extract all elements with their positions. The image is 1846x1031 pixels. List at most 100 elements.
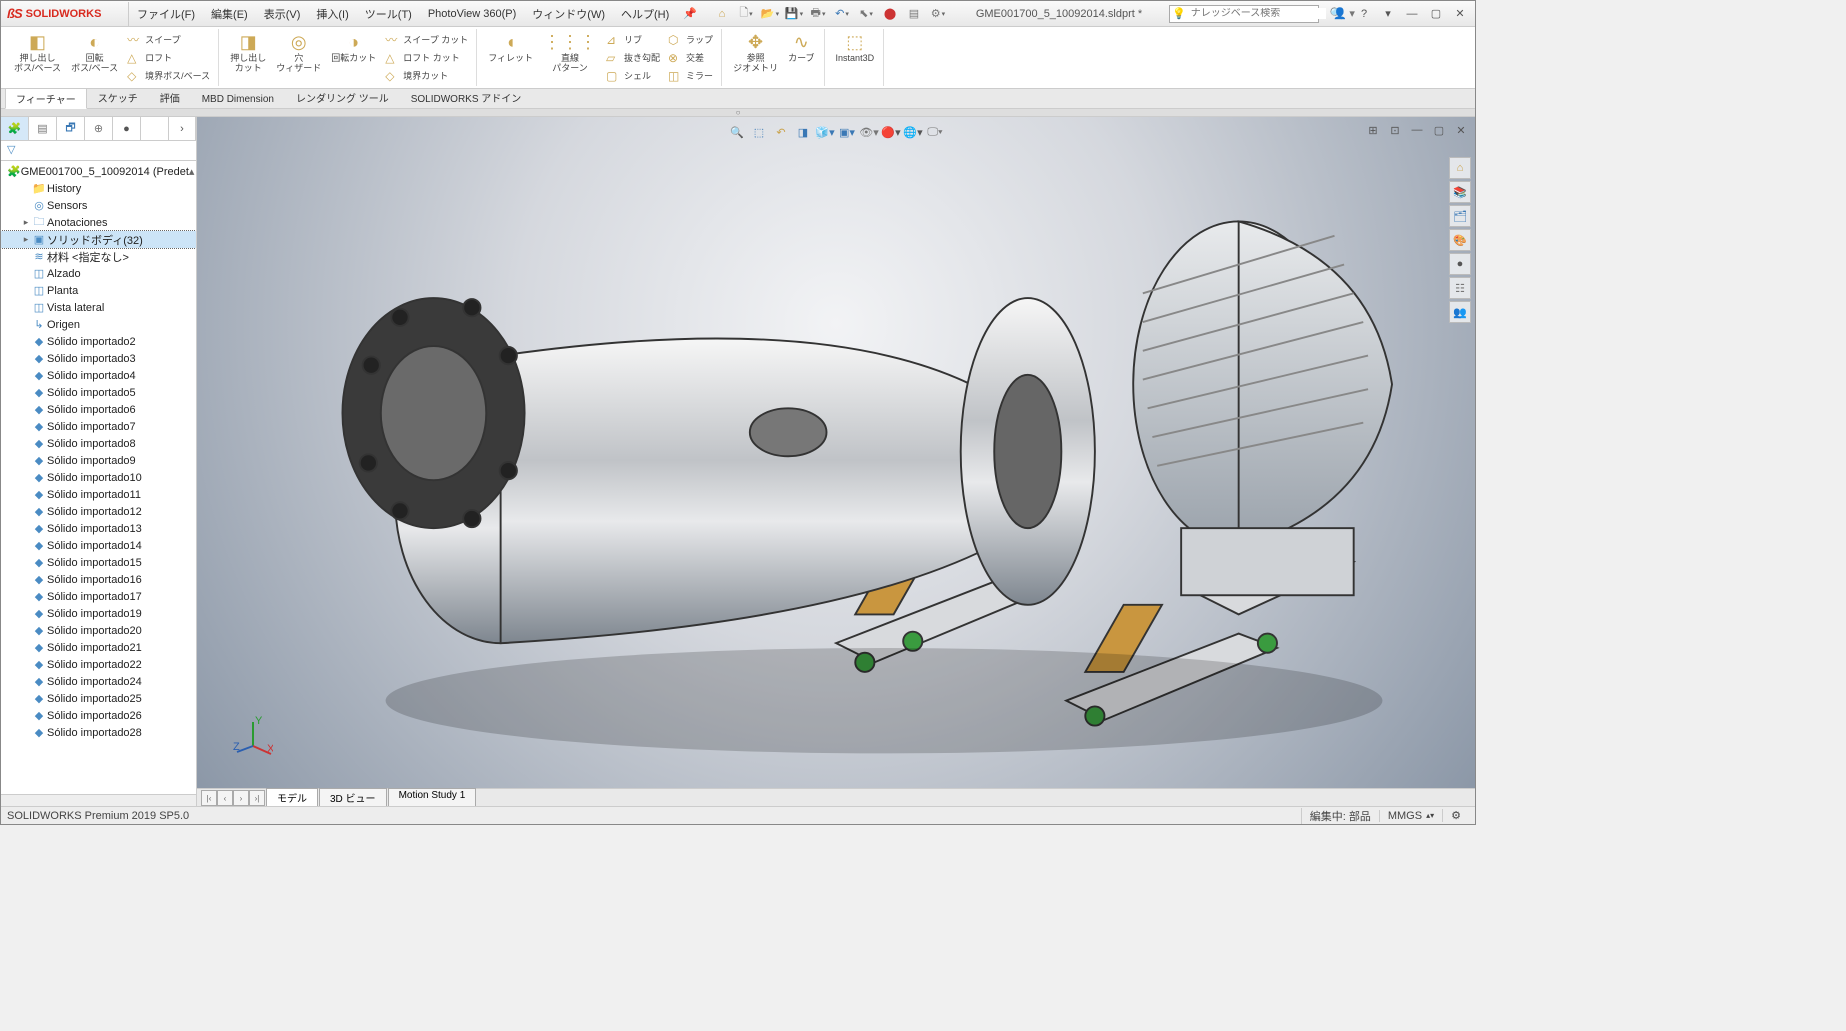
tree-item-25[interactable]: ◆Sólido importado19 xyxy=(1,605,196,622)
menu-ツール[interactable]: ツール(T) xyxy=(357,6,420,22)
menu-ファイル[interactable]: ファイル(F) xyxy=(129,6,203,22)
tree-item-5[interactable]: ◫Alzado xyxy=(1,265,196,282)
tree-item-1[interactable]: ◎Sensors xyxy=(1,197,196,214)
tree-item-2[interactable]: ▸🗀Anotaciones xyxy=(1,214,196,231)
tree-item-8[interactable]: ↳Origen xyxy=(1,316,196,333)
tree-item-31[interactable]: ◆Sólido importado26 xyxy=(1,707,196,724)
tree-item-15[interactable]: ◆Sólido importado8 xyxy=(1,435,196,452)
ribbon-スイープ-カット[interactable]: 〰スイープ カット xyxy=(381,31,472,49)
ribbon-カーブ[interactable]: ∿カーブ xyxy=(783,29,819,86)
tree-item-30[interactable]: ◆Sólido importado25 xyxy=(1,690,196,707)
tree-item-0[interactable]: 📁History xyxy=(1,180,196,197)
tree-item-19[interactable]: ◆Sólido importado12 xyxy=(1,503,196,520)
cmdtab-4[interactable]: レンダリング ツール xyxy=(285,87,400,108)
ribbon-境界カット[interactable]: ◇境界カット xyxy=(381,67,472,85)
vptab-0[interactable]: モデル xyxy=(266,788,318,806)
ribbon-リブ[interactable]: ⊿リブ xyxy=(602,31,664,49)
tree-item-20[interactable]: ◆Sólido importado13 xyxy=(1,520,196,537)
ribbon-instant3d[interactable]: ⬚Instant3D xyxy=(831,29,880,86)
user-button[interactable]: 👤 xyxy=(1329,4,1351,24)
tree-item-16[interactable]: ◆Sólido importado9 xyxy=(1,452,196,469)
tree-item-4[interactable]: ≋材料 <指定なし> xyxy=(1,248,196,265)
vptab-next[interactable]: › xyxy=(233,790,249,806)
tree-expand-icon[interactable]: ▸ xyxy=(21,217,31,228)
menu-挿入[interactable]: 挿入(I) xyxy=(308,6,356,22)
ribbon-ロフト-カット[interactable]: △ロフト カット xyxy=(381,49,472,67)
minimize-button[interactable]: — xyxy=(1401,4,1423,24)
tree-item-9[interactable]: ◆Sólido importado2 xyxy=(1,333,196,350)
vptab-2[interactable]: Motion Study 1 xyxy=(388,788,477,806)
fm-expand-button[interactable]: › xyxy=(168,117,196,140)
tree-item-21[interactable]: ◆Sólido importado14 xyxy=(1,537,196,554)
ribbon-参照-ジオメトリ[interactable]: ✥参照ジオメトリ xyxy=(728,29,783,86)
viewport[interactable]: 🔍 ⬚ ↶ ◨ 🧊▾ ▣▾ 👁▾ 🔴▾ 🌐▾ 🖵▾ ⊞ ⊡ — ▢ ✕ ⌂ xyxy=(197,117,1475,806)
tree-item-6[interactable]: ◫Planta xyxy=(1,282,196,299)
fm-tab-appearance[interactable]: ● xyxy=(113,117,141,140)
tree-item-3[interactable]: ▸▣ソリッドボディ(32) xyxy=(1,231,196,248)
vptab-1[interactable]: 3D ビュー xyxy=(319,788,387,806)
ribbon-シェル[interactable]: ▢シェル xyxy=(602,67,664,85)
tree-item-24[interactable]: ◆Sólido importado17 xyxy=(1,588,196,605)
ribbon-ミラー[interactable]: ◫ミラー xyxy=(664,67,717,85)
ribbon-回転カット[interactable]: ◑回転カット xyxy=(326,29,381,86)
pin-icon[interactable]: 📌 xyxy=(677,7,703,20)
maximize-button[interactable]: ▢ xyxy=(1425,4,1447,24)
menu-photoview 360[interactable]: PhotoView 360(P) xyxy=(420,8,524,20)
tree-root[interactable]: 🧩GME001700_5_10092014 (Predet▴ xyxy=(1,163,196,180)
new-button[interactable]: 🗋 xyxy=(735,4,757,24)
fm-tab-feature-tree[interactable]: 🧩 xyxy=(1,117,29,140)
menu-編集[interactable]: 編集(E) xyxy=(203,6,256,22)
ribbon-穴-ウィザード[interactable]: ◎穴ウィザード xyxy=(271,29,326,86)
cmdtab-0[interactable]: フィーチャー xyxy=(5,88,87,109)
tree-expand-icon[interactable]: ▸ xyxy=(21,234,31,245)
ribbon-フィレット[interactable]: ◖フィレット xyxy=(483,29,538,86)
tree-item-18[interactable]: ◆Sólido importado11 xyxy=(1,486,196,503)
panel-pin-handle[interactable]: ○ xyxy=(1,109,1475,117)
ribbon-ラップ[interactable]: ⬡ラップ xyxy=(664,31,717,49)
orientation-triad[interactable]: Y X Z xyxy=(233,716,273,756)
fm-tab-dimxpert[interactable]: ⊕ xyxy=(85,117,113,140)
home-button[interactable]: ⌂ xyxy=(711,4,733,24)
ribbon-直線-パターン[interactable]: ⋮⋮⋮直線パターン xyxy=(538,29,602,86)
ribbon-回転-ボス/ベース[interactable]: ◐回転ボス/ベース xyxy=(66,29,123,86)
close-button[interactable]: ✕ xyxy=(1449,4,1471,24)
print-button[interactable]: 🖶 xyxy=(807,4,829,24)
select-button[interactable]: ⬉ xyxy=(855,4,877,24)
tree-item-29[interactable]: ◆Sólido importado24 xyxy=(1,673,196,690)
tree-item-12[interactable]: ◆Sólido importado5 xyxy=(1,384,196,401)
status-units[interactable]: MMGS▴▾ xyxy=(1379,810,1442,822)
fm-tab-config[interactable]: 🗗 xyxy=(57,117,85,140)
tree-item-22[interactable]: ◆Sólido importado15 xyxy=(1,554,196,571)
menu-表示[interactable]: 表示(V) xyxy=(256,6,309,22)
tree-item-7[interactable]: ◫Vista lateral xyxy=(1,299,196,316)
help-dropdown[interactable]: ▾ xyxy=(1377,4,1399,24)
options-button[interactable]: ▤ xyxy=(903,4,925,24)
tree-item-23[interactable]: ◆Sólido importado16 xyxy=(1,571,196,588)
vptab-prev[interactable]: ‹ xyxy=(217,790,233,806)
search-box[interactable]: 💡 🔍 ▾ xyxy=(1169,5,1319,23)
tree-item-28[interactable]: ◆Sólido importado22 xyxy=(1,656,196,673)
tree-item-10[interactable]: ◆Sólido importado3 xyxy=(1,350,196,367)
open-button[interactable]: 📂 xyxy=(759,4,781,24)
ribbon-押し出し-カット[interactable]: ◨押し出しカット xyxy=(225,29,271,86)
vptab-last[interactable]: ›| xyxy=(249,790,265,806)
settings-button[interactable]: ⚙ xyxy=(927,4,949,24)
menu-ウィンドウ[interactable]: ウィンドウ(W) xyxy=(524,6,613,22)
tree-item-27[interactable]: ◆Sólido importado21 xyxy=(1,639,196,656)
fm-filter[interactable]: ▽ xyxy=(1,141,196,161)
vptab-first[interactable]: |‹ xyxy=(201,790,217,806)
undo-button[interactable]: ↶ xyxy=(831,4,853,24)
cmdtab-2[interactable]: 評価 xyxy=(149,87,191,108)
rebuild-button[interactable]: ⬤ xyxy=(879,4,901,24)
search-input[interactable] xyxy=(1188,8,1326,19)
tree-item-17[interactable]: ◆Sólido importado10 xyxy=(1,469,196,486)
cmdtab-1[interactable]: スケッチ xyxy=(87,87,149,108)
tree-item-26[interactable]: ◆Sólido importado20 xyxy=(1,622,196,639)
menu-ヘルプ[interactable]: ヘルプ(H) xyxy=(613,6,677,22)
help-button[interactable]: ? xyxy=(1353,4,1375,24)
ribbon-境界ボス/ベース[interactable]: ◇境界ボス/ベース xyxy=(123,67,214,85)
ribbon-スイープ[interactable]: 〰スイープ xyxy=(123,31,214,49)
fm-tab-property[interactable]: ▤ xyxy=(29,117,57,140)
tree-item-13[interactable]: ◆Sólido importado6 xyxy=(1,401,196,418)
tree-hscroll[interactable] xyxy=(1,794,196,806)
